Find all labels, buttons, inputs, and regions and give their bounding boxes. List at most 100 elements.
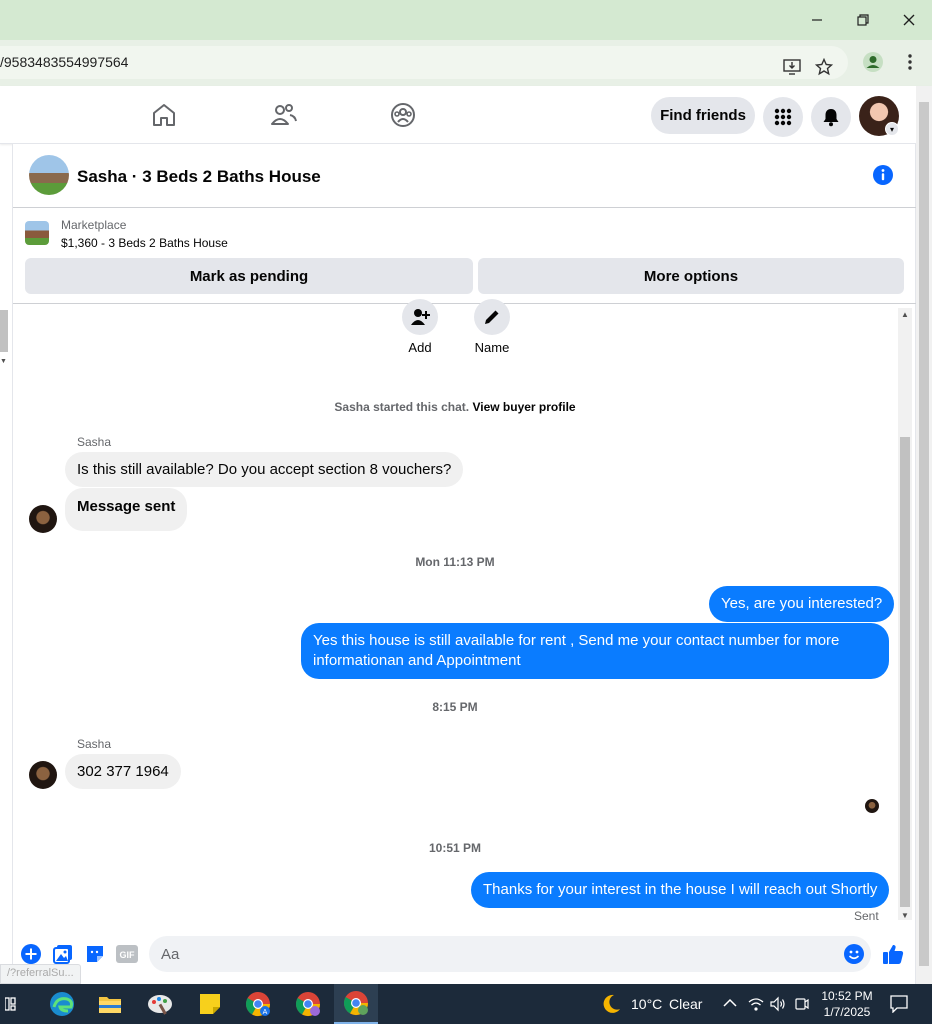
sticker-button[interactable] xyxy=(83,942,107,966)
name-label: Name xyxy=(474,340,510,355)
listing-summary: Marketplace $1,360 - 3 Beds 2 Baths Hous… xyxy=(13,208,917,304)
listing-thumbnail[interactable] xyxy=(25,221,49,245)
incoming-message[interactable]: 302 377 1964 xyxy=(65,754,181,789)
view-buyer-profile-link[interactable]: View buyer profile xyxy=(472,400,575,414)
minimize-icon xyxy=(812,19,822,21)
notification-center-icon[interactable] xyxy=(890,995,908,1013)
chat-panel: Sasha · 3 Beds 2 Baths House Marketplace… xyxy=(12,144,917,984)
restore-icon xyxy=(857,14,869,26)
profile-icon xyxy=(863,52,883,72)
more-options-button[interactable]: More options xyxy=(478,258,904,294)
taskbar-file-explorer[interactable] xyxy=(88,984,132,1024)
emoji-button[interactable] xyxy=(842,942,866,966)
taskbar-chrome-profile-b[interactable] xyxy=(286,984,330,1024)
nav-groups[interactable] xyxy=(388,100,418,130)
clock-date: 1/7/2025 xyxy=(823,1005,871,1019)
taskbar-paint[interactable] xyxy=(138,984,182,1024)
emoji-icon xyxy=(844,944,864,964)
browser-titlebar xyxy=(0,0,932,40)
sender-name: Sasha xyxy=(77,435,112,449)
moon-weather-icon[interactable] xyxy=(600,993,622,1015)
facebook-header: Find friends ▾ xyxy=(0,86,932,144)
svg-text:GIF: GIF xyxy=(120,950,136,960)
windows-taskbar: A 10°C Clear 10:52 PM 1/7/2025 xyxy=(0,984,932,1024)
chat-header: Sasha · 3 Beds 2 Baths House xyxy=(13,144,917,208)
close-button[interactable] xyxy=(886,0,932,40)
left-scrollbar[interactable]: ▼ xyxy=(0,310,10,370)
listing-category: Marketplace xyxy=(61,218,127,232)
chat-title[interactable]: Sasha · 3 Beds 2 Baths House xyxy=(77,167,321,187)
timestamp: 8:15 PM xyxy=(432,700,478,714)
chrome-icon: A xyxy=(245,992,270,1017)
weather-condition[interactable]: Clear xyxy=(669,996,702,1012)
plus-circle-icon xyxy=(21,944,41,964)
page-scrollbar-thumb[interactable] xyxy=(919,102,929,966)
task-view-button[interactable] xyxy=(0,984,24,1024)
like-button[interactable] xyxy=(881,942,905,966)
task-view-icon xyxy=(5,997,16,1011)
message-input[interactable] xyxy=(149,936,871,972)
taskbar-chrome-profile-a[interactable]: A xyxy=(236,984,280,1024)
listing-avatar[interactable] xyxy=(29,155,69,195)
weather-temp[interactable]: 10°C xyxy=(631,996,662,1012)
menu-button[interactable] xyxy=(763,97,803,137)
install-app-button[interactable] xyxy=(781,56,803,78)
seen-indicator-avatar xyxy=(865,799,879,813)
home-icon xyxy=(153,104,175,126)
groups-icon xyxy=(391,103,415,127)
restore-button[interactable] xyxy=(840,0,886,40)
close-icon xyxy=(903,14,915,26)
paint-palette-icon xyxy=(148,995,172,1015)
add-label: Add xyxy=(408,340,432,355)
chevron-up-icon[interactable] xyxy=(723,998,737,1008)
outgoing-message[interactable]: Yes this house is still available for re… xyxy=(301,623,889,679)
listing-price-title[interactable]: $1,360 - 3 Beds 2 Baths House xyxy=(61,236,228,250)
svg-text:A: A xyxy=(263,1009,268,1016)
sticker-icon xyxy=(87,946,103,962)
status-bar-url: /?referralSu... xyxy=(0,964,81,984)
incoming-message[interactable]: Message sent xyxy=(65,488,188,531)
url-field[interactable]: /9583483554997564 xyxy=(0,46,848,79)
gif-button[interactable]: GIF xyxy=(115,942,139,966)
taskbar-edge[interactable] xyxy=(40,984,84,1024)
more-actions-button[interactable] xyxy=(19,942,43,966)
install-app-icon xyxy=(783,59,801,75)
scroll-up-arrow[interactable]: ▲ xyxy=(898,308,912,320)
nav-home[interactable] xyxy=(149,100,179,130)
taskbar-sticky-notes[interactable] xyxy=(188,984,232,1024)
thumbs-up-icon xyxy=(883,945,904,964)
meet-now-icon[interactable] xyxy=(795,996,809,1012)
left-scroll-arrow[interactable]: ▼ xyxy=(0,358,7,365)
left-scrollbar-thumb[interactable] xyxy=(0,310,8,352)
find-friends-button[interactable]: Find friends xyxy=(651,97,755,134)
name-button[interactable] xyxy=(474,299,510,335)
nav-friends[interactable] xyxy=(269,100,299,130)
star-icon xyxy=(815,58,833,76)
clock-time: 10:52 PM xyxy=(821,989,873,1003)
scroll-down-arrow[interactable]: ▼ xyxy=(898,909,912,921)
add-button[interactable] xyxy=(402,299,438,335)
browser-profile-button[interactable] xyxy=(862,51,884,73)
sender-avatar[interactable] xyxy=(29,761,57,789)
incoming-message[interactable]: Is this still available? Do you accept s… xyxy=(65,452,464,487)
messages-scrollbar-thumb[interactable] xyxy=(900,437,910,907)
info-icon[interactable] xyxy=(873,165,893,185)
bell-icon xyxy=(823,109,839,127)
volume-icon[interactable] xyxy=(770,996,786,1012)
taskbar-chrome-active[interactable] xyxy=(334,984,378,1024)
account-caret-icon[interactable]: ▾ xyxy=(885,122,899,136)
system-clock[interactable]: 10:52 PM 1/7/2025 xyxy=(812,988,882,1020)
kebab-menu-icon xyxy=(908,54,912,70)
outgoing-message[interactable]: Yes, are you interested? xyxy=(709,586,895,622)
sender-avatar[interactable] xyxy=(29,505,57,533)
bookmark-star-button[interactable] xyxy=(813,56,835,78)
minimize-button[interactable] xyxy=(794,0,840,40)
edge-icon xyxy=(50,992,74,1016)
chrome-icon xyxy=(343,991,368,1016)
outgoing-message[interactable]: Thanks for your interest in the house I … xyxy=(471,872,890,908)
notifications-button[interactable] xyxy=(811,97,851,137)
browser-menu-button[interactable] xyxy=(899,51,921,73)
mark-as-pending-button[interactable]: Mark as pending xyxy=(25,258,473,294)
attach-photo-button[interactable] xyxy=(51,942,75,966)
network-icon[interactable] xyxy=(748,996,764,1012)
